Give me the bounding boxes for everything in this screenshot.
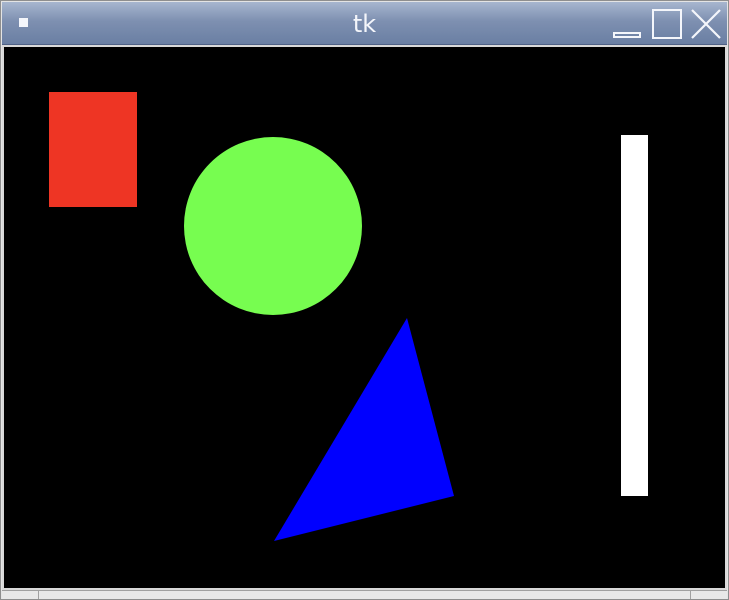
window-client-area [2, 45, 727, 590]
red-rectangle [49, 92, 137, 207]
maximize-icon [652, 9, 682, 39]
minimize-button[interactable] [611, 8, 643, 40]
title-bar[interactable]: tk [2, 2, 727, 45]
window-bottom-border[interactable] [2, 590, 727, 599]
resize-grip-right[interactable] [690, 591, 727, 599]
canvas-svg [4, 47, 725, 588]
close-button[interactable] [690, 8, 722, 40]
minimize-icon [613, 32, 641, 38]
resize-grip-left[interactable] [2, 591, 39, 599]
tk-window: tk [0, 0, 729, 600]
green-circle [184, 137, 362, 315]
maximize-button[interactable] [651, 8, 683, 40]
drawing-canvas[interactable] [4, 47, 725, 588]
white-bar [621, 135, 648, 496]
close-icon [691, 9, 721, 39]
